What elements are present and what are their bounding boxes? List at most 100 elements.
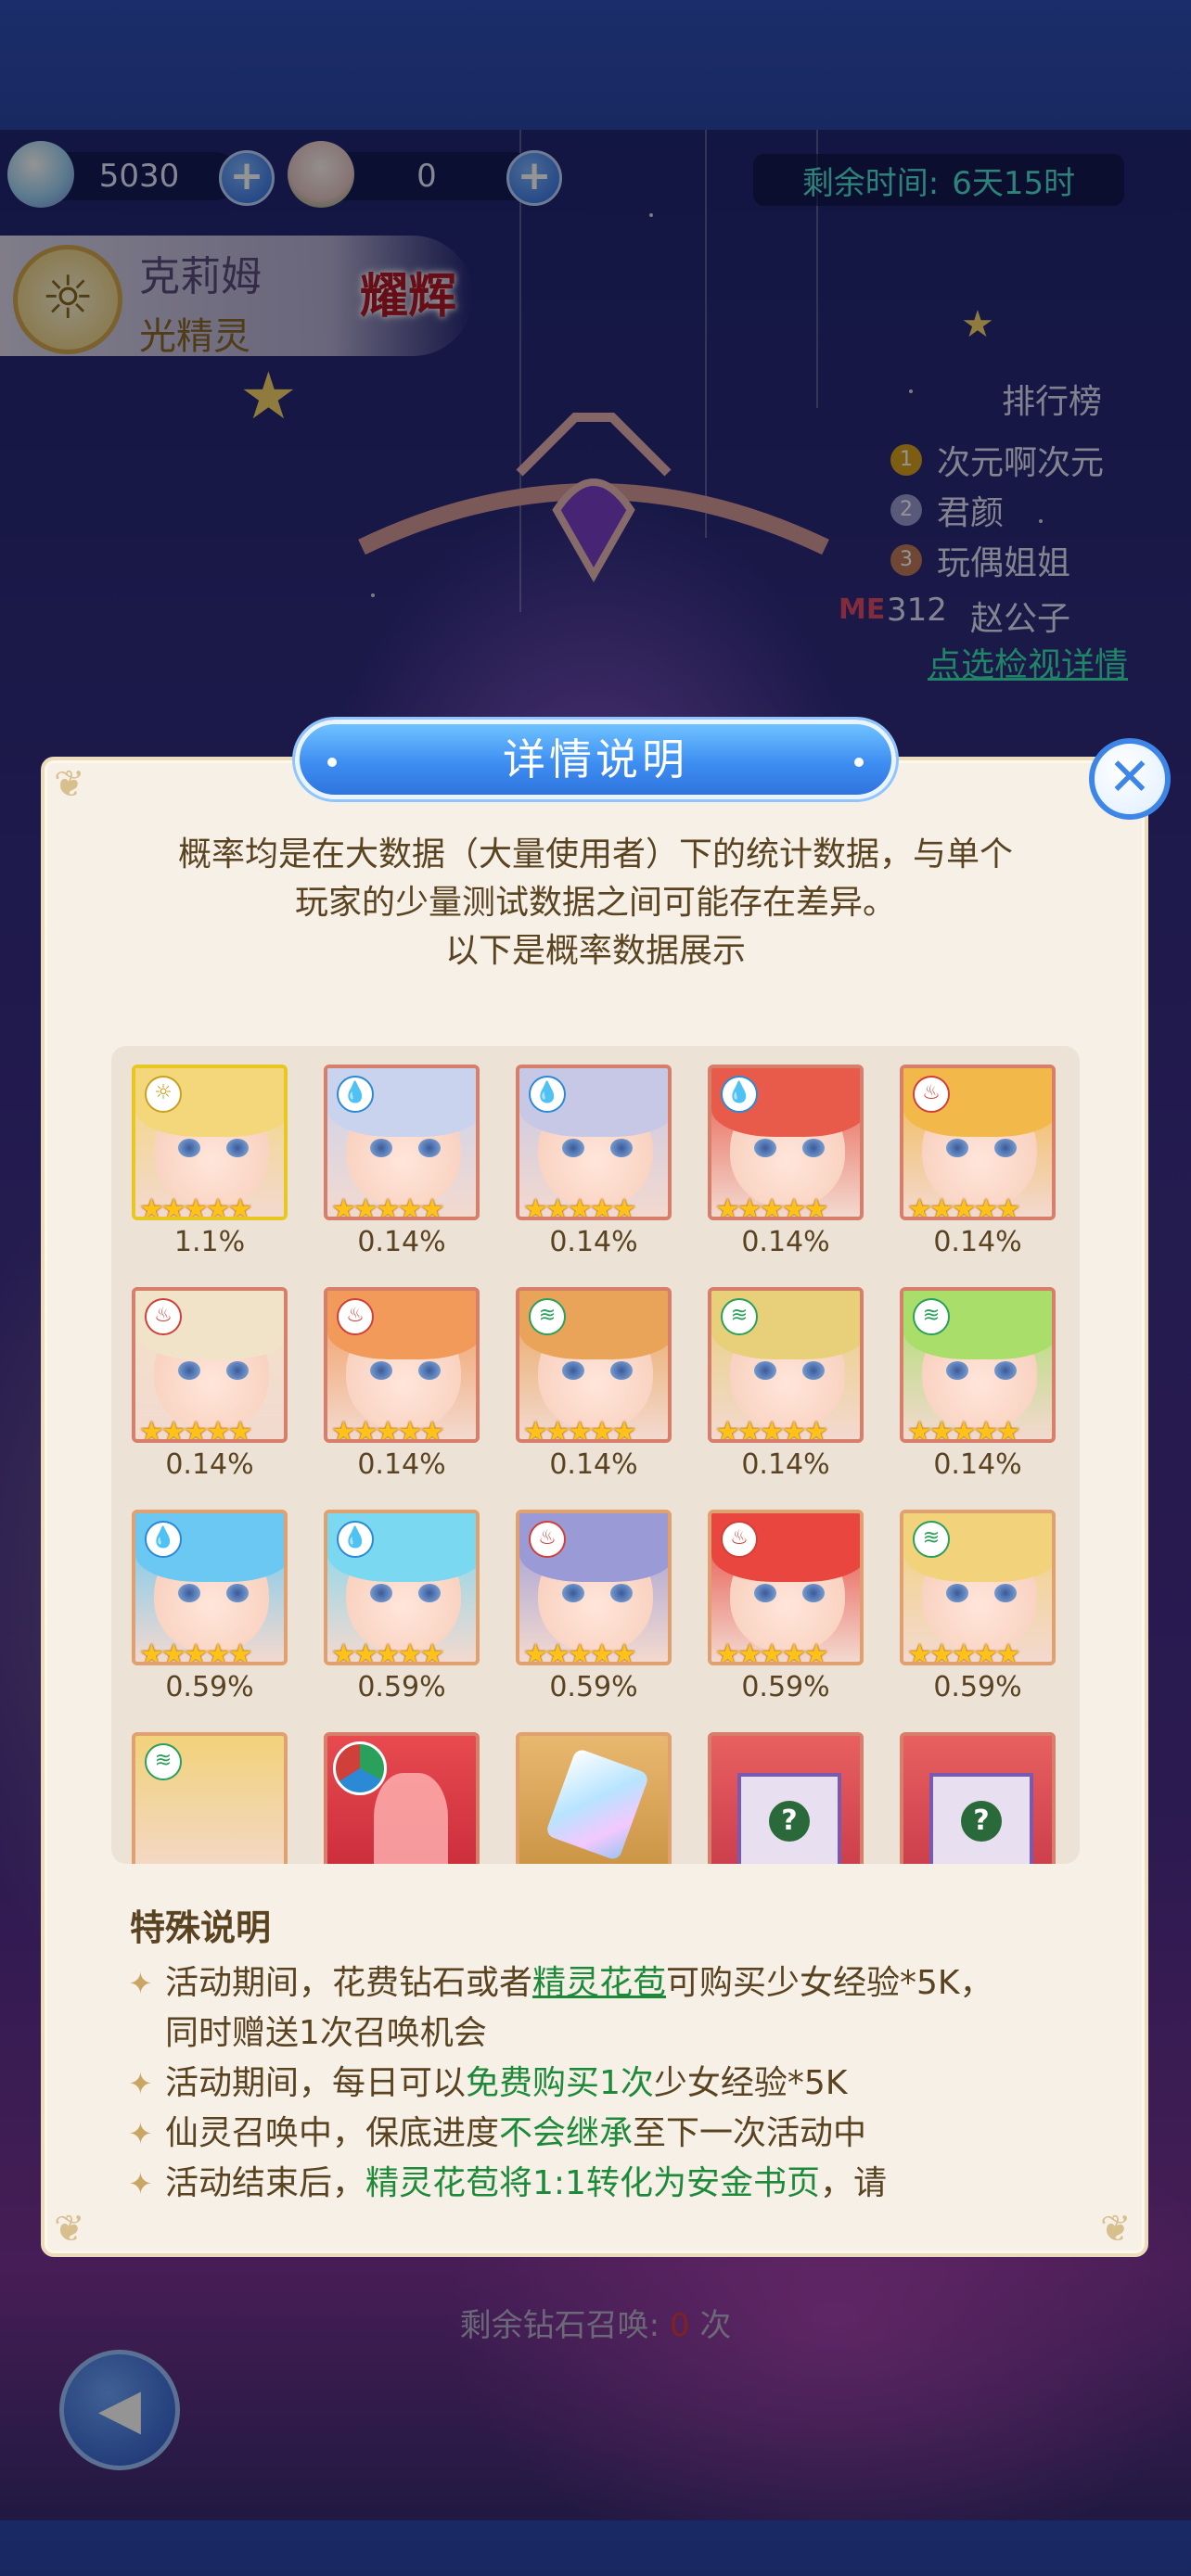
five-star-rating-icon: ★★★★★ (523, 1639, 636, 1665)
drop-rate: 0.59% (165, 1671, 254, 1703)
five-star-rating-icon: ★★★★★ (139, 1639, 252, 1665)
portrait-eye (610, 1361, 633, 1380)
note-text: 活动期间，花费钻石或者 (165, 1964, 533, 2002)
note-highlight: 精灵花苞将1:1转化为安金书页 (365, 2164, 820, 2202)
portrait-eye (610, 1139, 633, 1157)
five-star-rating-icon: ★★★★★ (907, 1193, 1020, 1220)
close-icon: ✕ (1108, 747, 1152, 808)
portrait-eye (226, 1584, 249, 1602)
portrait-eye (370, 1361, 392, 1380)
fairy-silhouette-icon (374, 1773, 448, 1864)
banner-dot (327, 758, 337, 767)
special-note: ✦ 活动结束后，精灵花苞将1:1转化为安金书页，请 (128, 2159, 1000, 2205)
note-text: ，请 (819, 2164, 887, 2202)
portrait-eye (418, 1584, 441, 1602)
wind-element-icon: ≋ (529, 1298, 566, 1335)
character-portrait: ≋ ★★★★★ (900, 1510, 1056, 1665)
character-portrait: ♨ ★★★★★ (324, 1287, 480, 1443)
sparkle-bullet-icon: ✦ (128, 2116, 153, 2151)
portrait-eye (418, 1139, 441, 1157)
wind-element-icon: ≋ (721, 1298, 758, 1335)
portrait-eye (178, 1584, 200, 1602)
portrait-eye (754, 1361, 776, 1380)
drop-rate: 0.14% (933, 1448, 1022, 1481)
reward-grid[interactable]: ☼ ★★★★★ 1.1% 💧 ★★★★★ 0.14% 💧 ★★★★★ 0.14% 💧 ★★★★★ 0.… (111, 1046, 1080, 1864)
five-star-rating-icon: ★★★★★ (715, 1639, 828, 1665)
drop-rate: 0.14% (549, 1448, 638, 1481)
drop-rate: 0.14% (549, 1226, 638, 1258)
water-element-icon: 💧 (145, 1521, 182, 1558)
drop-rate: 1.1% (173, 1226, 246, 1258)
corner-ornament-icon: ❦ (1100, 2208, 1132, 2251)
note-highlight: 不会继承 (499, 2114, 634, 2152)
mystery-gift-box-icon: ? (900, 1732, 1056, 1864)
wind-element-icon: ≋ (145, 1743, 182, 1780)
drop-rate: 0.59% (741, 1671, 830, 1703)
portrait-eye (178, 1139, 200, 1157)
five-star-rating-icon: ★★★★★ (715, 1193, 828, 1220)
modal-title: 详情说明 (503, 734, 688, 784)
special-note: ✦ 仙灵召唤中，保底进度不会继承至下一次活动中 (128, 2109, 1000, 2159)
portrait-eye (562, 1361, 584, 1380)
water-element-icon: 💧 (337, 1521, 374, 1558)
probability-intro: 概率均是在大数据（大量使用者）下的统计数据，与单个 玩家的少量测试数据之间可能存… (82, 831, 1109, 976)
drop-rate: 0.14% (741, 1226, 830, 1258)
portrait-eye (994, 1361, 1017, 1380)
wind-element-icon: ≋ (913, 1521, 950, 1558)
portrait-eye (610, 1584, 633, 1602)
note-text: 少女经验*5K (653, 2064, 848, 2102)
portrait-eye (418, 1361, 441, 1380)
corner-ornament-icon: ❦ (54, 2208, 85, 2251)
drop-rate: 0.59% (933, 1671, 1022, 1703)
portrait-eye (562, 1584, 584, 1602)
drop-rate: 0.59% (549, 1671, 638, 1703)
modal-title-banner: 详情说明 (295, 720, 896, 799)
note-highlight: 精灵花苞 (532, 1964, 667, 2002)
character-portrait: 💧 ★★★★★ (708, 1065, 864, 1220)
portrait-eye (370, 1139, 392, 1157)
character-portrait: ≋ ★★★★★ (516, 1287, 672, 1443)
character-portrait: ♨ ★★★★★ (708, 1510, 864, 1665)
character-portrait: ☼ ★★★★★ (132, 1065, 288, 1220)
portrait-eye (946, 1361, 968, 1380)
intro-line: 玩家的少量测试数据之间可能存在差异。 (294, 884, 896, 922)
note-highlight: 免费购买1次 (466, 2064, 654, 2102)
character-portrait: 💧 ★★★★★ (324, 1065, 480, 1220)
intro-line: 以下是概率数据展示 (444, 932, 746, 970)
close-button[interactable]: ✕ (1089, 738, 1171, 820)
drop-rate: 0.14% (357, 1448, 446, 1481)
portrait-eye (802, 1139, 825, 1157)
portrait-eye (370, 1584, 392, 1602)
character-portrait: 💧 ★★★★★ (324, 1510, 480, 1665)
random-character-icon (324, 1732, 480, 1864)
five-star-rating-icon: ★★★★★ (907, 1416, 1020, 1443)
portrait-eye (994, 1139, 1017, 1157)
character-portrait: 💧 ★★★★★ (132, 1510, 288, 1665)
water-element-icon: 💧 (721, 1076, 758, 1113)
fire-element-icon: ♨ (529, 1521, 566, 1558)
character-portrait: 💧 ★★★★★ (516, 1065, 672, 1220)
special-notes-list: ✦ 活动期间，花费钻石或者精灵花苞可购买少女经验*5K，同时赠送1次召唤机会 ✦ 活动… (128, 1958, 1000, 2205)
sparkle-bullet-icon: ✦ (128, 1966, 153, 2001)
five-star-rating-icon: ★★★★★ (907, 1639, 1020, 1665)
five-star-rating-icon: ★★★★★ (523, 1193, 636, 1220)
element-orbs-icon (333, 1741, 387, 1795)
drop-rate: 0.59% (357, 1671, 446, 1703)
portrait-eye (754, 1584, 776, 1602)
five-star-rating-icon: ★★★★★ (331, 1193, 444, 1220)
note-text: 活动结束后， (165, 2164, 366, 2202)
light-element-icon: ☼ (145, 1076, 182, 1113)
banner-dot (854, 758, 864, 767)
special-note: ✦ 活动期间，每日可以免费购买1次少女经验*5K (128, 2059, 1000, 2109)
note-text: 活动期间，每日可以 (165, 2064, 467, 2102)
note-text: 仙灵召唤中，保底进度 (165, 2114, 500, 2152)
portrait-eye (562, 1139, 584, 1157)
drop-rate: 0.14% (741, 1448, 830, 1481)
sparkle-bullet-icon: ✦ (128, 2166, 153, 2201)
drop-rate: 0.14% (165, 1448, 254, 1481)
sparkle-bullet-icon: ✦ (128, 2066, 153, 2101)
portrait-eye (946, 1139, 968, 1157)
character-portrait: ≋ ★★★★★ (708, 1287, 864, 1443)
character-portrait: ≋ (132, 1732, 288, 1864)
character-portrait: ♨ ★★★★★ (132, 1287, 288, 1443)
